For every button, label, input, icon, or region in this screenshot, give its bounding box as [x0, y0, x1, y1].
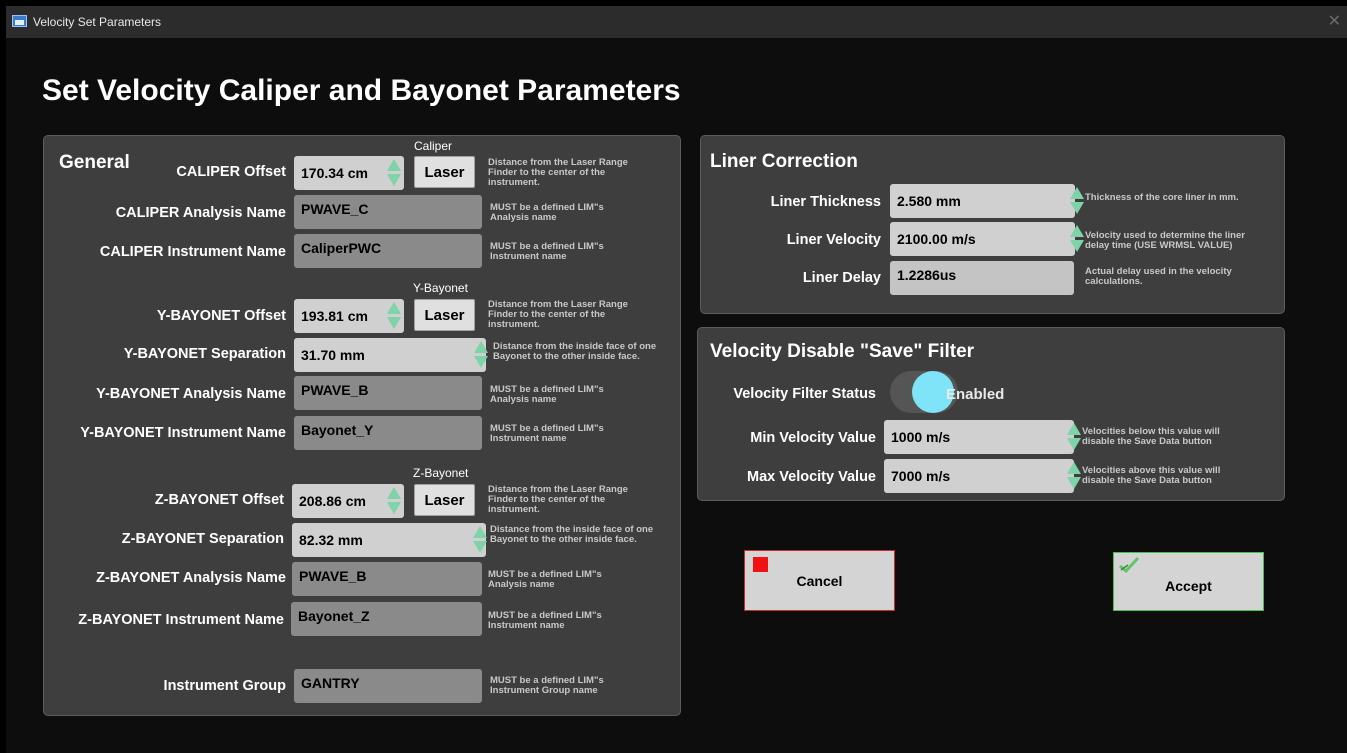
liner-velocity-field[interactable]: 2100.00 m/s	[890, 222, 1075, 256]
spin-up-icon[interactable]	[387, 159, 401, 171]
caliper-offset-label: CALIPER Offset	[176, 164, 286, 180]
ybayonet-instrument-label: Y-BAYONET Instrument Name	[80, 425, 286, 441]
caliper-offset-spinner[interactable]	[386, 159, 401, 187]
ybayonet-offset-spinner[interactable]	[386, 302, 401, 330]
caliper-instrument-field[interactable]: CaliperPWC	[294, 234, 482, 268]
max-velocity-note: Velocities above this value will disable…	[1082, 465, 1221, 486]
zbayonet-analysis-note: MUST be a defined LIM"s Analysis name	[488, 569, 602, 590]
page-title: Set Velocity Caliper and Bayonet Paramet…	[42, 74, 681, 107]
velocity-filter-title: Velocity Disable "Save" Filter	[710, 341, 975, 362]
spin-down-icon[interactable]	[387, 502, 401, 514]
zbayonet-separation-note: Distance from the inside face of one Bay…	[490, 524, 654, 545]
liner-thickness-field[interactable]: 2.580 mm	[890, 184, 1075, 218]
min-velocity-field[interactable]: 1000 m/s	[884, 420, 1074, 454]
min-velocity-spinner[interactable]	[1066, 423, 1081, 451]
spin-down-icon[interactable]	[1070, 202, 1084, 214]
ybayonet-instrument-note: MUST be a defined LIM"s Instrument name	[490, 423, 604, 444]
liner-velocity-spinner[interactable]	[1069, 225, 1084, 253]
caliper-instrument-label: CALIPER Instrument Name	[99, 244, 286, 260]
spin-up-icon[interactable]	[387, 302, 401, 314]
app-window-icon	[12, 15, 27, 27]
ybayonet-analysis-field[interactable]: PWAVE_B	[294, 376, 482, 410]
instrument-group-field[interactable]: GANTRY	[294, 669, 482, 703]
window-title: Velocity Set Parameters	[33, 15, 162, 29]
ybayonet-separation-label: Y-BAYONET Separation	[123, 346, 286, 362]
zbayonet-analysis-label: Z-BAYONET Analysis Name	[96, 570, 286, 586]
zbayonet-instrument-label: Z-BAYONET Instrument Name	[78, 612, 284, 628]
zbayonet-offset-spinner[interactable]	[386, 487, 401, 515]
close-icon[interactable]: ✕	[1328, 11, 1341, 31]
liner-delay-note: Actual delay used in the velocity calcul…	[1085, 266, 1232, 287]
liner-thickness-spinner[interactable]	[1069, 187, 1084, 215]
caliper-section-head: Caliper	[414, 139, 453, 153]
min-velocity-note: Velocities below this value will disable…	[1082, 426, 1220, 447]
spin-up-icon[interactable]	[474, 341, 488, 353]
accept-button[interactable]: Accept	[1113, 552, 1264, 611]
max-velocity-label: Max Velocity Value	[747, 469, 876, 485]
spin-down-icon[interactable]	[387, 317, 401, 329]
ybayonet-instrument-field[interactable]: Bayonet_Y	[294, 416, 482, 450]
liner-velocity-label: Liner Velocity	[786, 232, 881, 248]
spin-down-icon[interactable]	[1070, 240, 1084, 252]
spin-down-icon[interactable]	[474, 356, 488, 368]
zbayonet-section-head: Z-Bayonet	[413, 466, 469, 480]
ybayonet-separation-spinner[interactable]	[473, 341, 488, 369]
liner-thickness-label: Liner Thickness	[770, 194, 881, 210]
spin-up-icon[interactable]	[1067, 462, 1081, 474]
liner-delay-label: Liner Delay	[802, 270, 881, 286]
zbayonet-separation-label: Z-BAYONET Separation	[121, 531, 284, 547]
ybayonet-analysis-note: MUST be a defined LIM"s Analysis name	[490, 384, 604, 405]
spin-down-icon[interactable]	[473, 541, 487, 553]
spin-down-icon[interactable]	[1067, 477, 1081, 489]
caliper-instrument-note: MUST be a defined LIM"s Instrument name	[490, 241, 604, 262]
spin-down-icon[interactable]	[387, 174, 401, 186]
caliper-analysis-note: MUST be a defined LIM"s Analysis name	[490, 202, 604, 223]
ybayonet-offset-label: Y-BAYONET Offset	[156, 308, 286, 324]
max-velocity-field[interactable]: 7000 m/s	[884, 459, 1074, 493]
ybayonet-separation-note: Distance from the inside face of one Bay…	[493, 341, 657, 362]
ybayonet-separation-field[interactable]: 31.70 mm	[294, 338, 486, 372]
zbayonet-offset-note: Distance from the Laser Range Finder to …	[488, 484, 628, 515]
cancel-label: Cancel	[796, 572, 843, 589]
spin-up-icon[interactable]	[387, 487, 401, 499]
general-title: General	[59, 152, 130, 173]
zbayonet-instrument-note: MUST be a defined LIM"s Instrument name	[488, 610, 602, 631]
spin-down-icon[interactable]	[1067, 438, 1081, 450]
spin-up-icon[interactable]	[1070, 187, 1084, 199]
max-velocity-spinner[interactable]	[1066, 462, 1081, 490]
liner-correction-title: Liner Correction	[710, 151, 858, 172]
cancel-button[interactable]: Cancel	[744, 550, 895, 611]
liner-delay-field[interactable]: 1.2286us	[890, 261, 1074, 295]
checkmark-icon	[1119, 556, 1140, 573]
zbayonet-analysis-field[interactable]: PWAVE_B	[292, 562, 482, 596]
zbayonet-offset-label: Z-BAYONET Offset	[154, 492, 284, 508]
ybayonet-offset-note: Distance from the Laser Range Finder to …	[488, 299, 628, 330]
filter-status-text: Enabled	[946, 386, 1005, 403]
caliper-offset-note: Distance from the Laser Range Finder to …	[488, 157, 628, 188]
ybayonet-analysis-label: Y-BAYONET Analysis Name	[96, 386, 286, 402]
zbayonet-separation-spinner[interactable]	[472, 526, 487, 554]
caliper-analysis-field[interactable]: PWAVE_C	[294, 195, 482, 229]
title-bar: Velocity Set Parameters ✕	[6, 6, 1347, 38]
zbayonet-separation-field[interactable]: 82.32 mm	[292, 523, 486, 557]
caliper-analysis-label: CALIPER Analysis Name	[115, 205, 286, 221]
filter-status-label: Velocity Filter Status	[733, 386, 876, 402]
ybayonet-section-head: Y-Bayonet	[413, 281, 468, 295]
spin-up-icon[interactable]	[1070, 225, 1084, 237]
liner-thickness-note: Thickness of the core liner in mm.	[1085, 192, 1239, 203]
zbayonet-instrument-field[interactable]: Bayonet_Z	[291, 602, 482, 636]
ybayonet-laser-button[interactable]: Laser	[414, 299, 475, 331]
liner-velocity-note: Velocity used to determine the liner del…	[1085, 230, 1245, 251]
caliper-laser-button[interactable]: Laser	[414, 156, 475, 188]
instrument-group-note: MUST be a defined LIM"s Instrument Group…	[490, 675, 604, 696]
instrument-group-label: Instrument Group	[163, 678, 286, 694]
accept-label: Accept	[1165, 577, 1212, 594]
min-velocity-label: Min Velocity Value	[750, 430, 876, 446]
zbayonet-laser-button[interactable]: Laser	[414, 484, 475, 516]
stop-icon	[753, 557, 768, 572]
spin-up-icon[interactable]	[1067, 423, 1081, 435]
spin-up-icon[interactable]	[473, 526, 487, 538]
